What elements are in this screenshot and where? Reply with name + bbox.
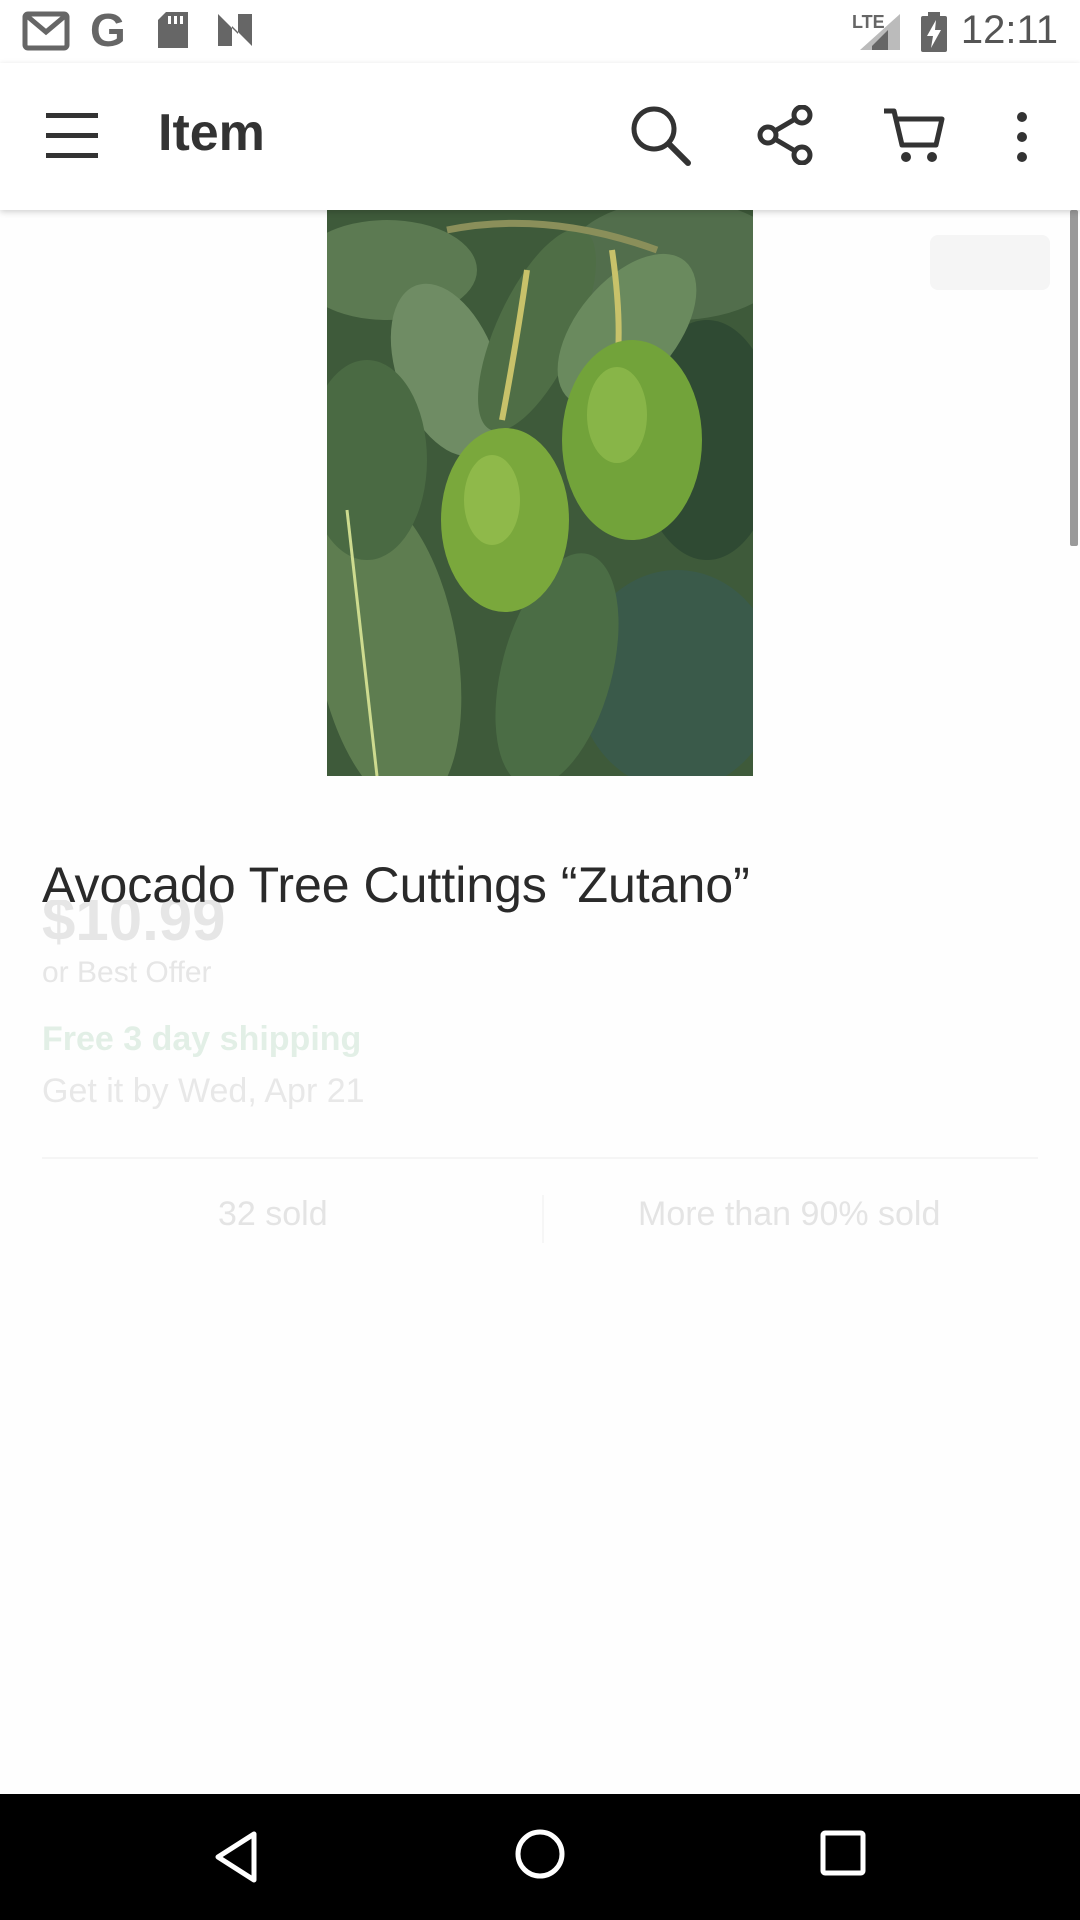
sales-stats: 32 sold More than 90% sold [42,1195,1038,1255]
svg-text:G: G [90,6,126,54]
menu-icon[interactable] [44,109,100,166]
signal-icon [858,12,902,52]
shipping-label: Free 3 day shipping [42,1020,362,1058]
scrollbar[interactable] [1070,210,1078,546]
system-nav-bar [0,1794,1080,1920]
sold-count: 32 sold [218,1195,328,1233]
google-icon: G [88,6,132,54]
cart-icon[interactable] [882,105,946,174]
battery-charging-icon [920,12,948,52]
sold-percent: More than 90% sold [638,1195,941,1233]
sd-card-icon [156,10,190,50]
divider [42,1157,1038,1159]
page-title: Item [158,104,265,162]
arrival-date: Get it by Wed, Apr 21 [42,1072,365,1110]
status-bar: G LTE 12:11 [0,0,1080,63]
image-counter-badge [930,235,1050,290]
stats-divider [542,1195,544,1243]
back-icon[interactable] [212,1830,260,1889]
best-offer-label: or Best Offer [42,956,212,989]
gmail-icon [22,10,70,52]
app-bar: Item [0,63,1080,210]
status-time: 12:11 [960,8,1058,52]
more-vert-icon[interactable] [1012,111,1032,168]
home-icon[interactable] [514,1828,566,1885]
product-title: Avocado Tree Cuttings “Zutano” [42,857,750,913]
product-image[interactable] [327,210,753,776]
item-content: Avocado Tree Cuttings “Zutano” $10.99 or… [0,210,1080,1794]
recents-icon[interactable] [820,1830,866,1881]
share-icon[interactable] [756,104,816,170]
n-app-icon [214,10,256,50]
search-icon[interactable] [628,103,692,172]
